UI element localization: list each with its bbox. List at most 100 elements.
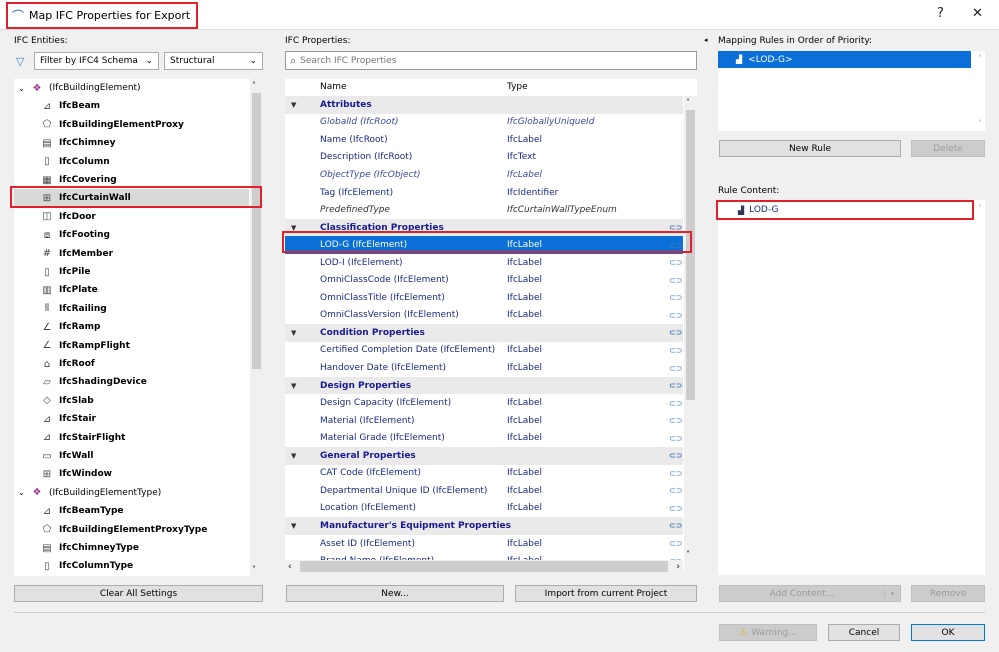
entity-item[interactable]: ▯ IfcPile xyxy=(14,263,249,281)
property-row[interactable]: Description (IfcRoot) IfcText xyxy=(285,149,683,167)
expand-chevron-icon[interactable]: ⌄ xyxy=(18,84,30,93)
collapse-triangle-icon[interactable]: ▼ xyxy=(291,522,296,530)
link-icon[interactable]: ⊂⊃ xyxy=(669,486,682,495)
scroll-up-icon[interactable]: ˄ xyxy=(686,98,690,107)
entity-item[interactable]: ▯ IfcColumnType xyxy=(14,557,249,575)
scroll-up-icon[interactable]: ˄ xyxy=(252,81,256,90)
property-row[interactable]: Asset ID (IfcElement) IfcLabel ⊂⊃ xyxy=(285,535,683,553)
remove-button[interactable]: Remove xyxy=(911,585,985,602)
property-group-row[interactable]: ▼ Manufacturer's Equipment Properties ⊂⊃ xyxy=(285,517,683,535)
close-button[interactable]: ✕ xyxy=(972,6,983,21)
property-row[interactable]: LOD-I (IfcElement) IfcLabel ⊂⊃ xyxy=(285,254,683,272)
help-button[interactable]: ? xyxy=(937,6,944,21)
link-icon[interactable]: ⊂⊃ xyxy=(669,381,682,390)
link-icon[interactable]: ⊂⊃ xyxy=(669,276,682,285)
search-field[interactable]: ⌕ xyxy=(285,51,697,70)
delete-rule-button[interactable]: Delete xyxy=(911,140,985,157)
link-icon[interactable]: ⊂⊃ xyxy=(669,328,682,337)
category-select[interactable]: Structural ⌄ xyxy=(164,52,263,70)
mapping-rules-list[interactable]: ▟ <LOD-G> ˄ ˅ xyxy=(718,51,985,131)
link-icon[interactable]: ⊂⊃ xyxy=(669,451,682,460)
property-row[interactable]: ObjectType (IfcObject) IfcLabel xyxy=(285,166,683,184)
entity-item[interactable]: ⊿ IfcBeamType xyxy=(14,502,249,520)
scroll-left-icon[interactable]: ‹ xyxy=(288,562,292,572)
horizontal-scrollbar[interactable]: ‹ › xyxy=(285,560,683,573)
property-row[interactable]: CAT Code (IfcElement) IfcLabel ⊂⊃ xyxy=(285,465,683,483)
entity-item[interactable]: ▤ IfcChimneyType xyxy=(14,539,249,557)
entity-item[interactable]: ⌄ ❖ (IfcBuildingElementType) xyxy=(14,484,249,502)
entity-item[interactable]: ▤ IfcChimney xyxy=(14,134,249,152)
entity-item[interactable]: # IfcMember xyxy=(14,245,249,263)
add-content-button[interactable]: Add Content... ▾ xyxy=(719,585,901,602)
dropdown-arrow-icon[interactable]: ▾ xyxy=(884,589,900,598)
property-row[interactable]: Certified Completion Date (IfcElement) If… xyxy=(285,342,683,360)
property-row[interactable]: Material Grade (IfcElement) IfcLabel ⊂⊃ xyxy=(285,429,683,447)
rule-content-list[interactable]: ▟ LOD-G ˄ xyxy=(718,200,985,575)
schema-filter-select[interactable]: Filter by IFC4 Schema ⌄ xyxy=(34,52,159,70)
entity-item[interactable]: ⊿ IfcStair xyxy=(14,410,249,428)
entity-scrollbar[interactable]: ˄ ˅ xyxy=(250,79,263,576)
entity-tree[interactable]: ˄ ˅ ⌄ ❖ (IfcBuildingElement) ⊿ IfcBeam ⬠ IfcBu… xyxy=(14,79,263,576)
property-row[interactable]: PredefinedType IfcCurtainWallTypeEnum xyxy=(285,201,683,219)
property-row[interactable]: Design Capacity (IfcElement) IfcLabel ⊂⊃ xyxy=(285,394,683,412)
clear-all-settings-button[interactable]: Clear All Settings xyxy=(14,585,263,602)
cancel-button[interactable]: Cancel xyxy=(828,624,900,641)
property-row[interactable]: Material (IfcElement) IfcLabel ⊂⊃ xyxy=(285,412,683,430)
ok-button[interactable]: OK xyxy=(911,624,985,641)
property-group-row[interactable]: ▼ Condition Properties ⊂⊃ xyxy=(285,324,683,342)
rule-item[interactable]: ▟ <LOD-G> xyxy=(718,51,971,68)
entity-item[interactable]: ⊞ IfcWindow xyxy=(14,465,249,483)
warning-button[interactable]: ⚠ Warning... xyxy=(719,624,817,641)
entity-item[interactable]: ▯ IfcColumn xyxy=(14,153,249,171)
property-row[interactable]: OmniClassCode (IfcElement) IfcLabel ⊂⊃ xyxy=(285,272,683,290)
collapse-triangle-icon[interactable]: ▼ xyxy=(291,329,296,337)
entity-item[interactable]: ⊿ IfcBeam xyxy=(14,97,249,115)
collapse-triangle-icon[interactable]: ▼ xyxy=(291,382,296,390)
scroll-right-icon[interactable]: › xyxy=(676,562,680,572)
link-icon[interactable]: ⊂⊃ xyxy=(669,521,682,530)
property-row[interactable]: OmniClassVersion (IfcElement) IfcLabel ⊂⊃ xyxy=(285,307,683,325)
entity-item[interactable]: ◇ IfcSlab xyxy=(14,392,249,410)
link-icon[interactable]: ⊂⊃ xyxy=(669,539,682,548)
entity-item[interactable]: ⫴ IfcRailing xyxy=(14,300,249,318)
entity-item[interactable]: ▭ IfcWall xyxy=(14,447,249,465)
collapse-triangle-icon[interactable]: ▼ xyxy=(291,101,296,109)
property-row[interactable]: Handover Date (IfcElement) IfcLabel ⊂⊃ xyxy=(285,359,683,377)
entity-item[interactable]: ▱ IfcShadingDevice xyxy=(14,373,249,391)
new-rule-button[interactable]: New Rule xyxy=(719,140,901,157)
link-icon[interactable]: ⊂⊃ xyxy=(669,469,682,478)
entity-item[interactable]: ∠ IfcRampFlight xyxy=(14,337,249,355)
entity-item[interactable]: ⌂ IfcRoof xyxy=(14,355,249,373)
scrollbar-thumb[interactable] xyxy=(252,93,261,369)
link-icon[interactable]: ⊂⊃ xyxy=(669,346,682,355)
properties-scrollbar[interactable]: ˄ ˅ xyxy=(684,96,697,571)
search-input[interactable] xyxy=(300,55,681,66)
scroll-down-icon[interactable]: ˅ xyxy=(686,550,690,559)
link-icon[interactable]: ⊂⊃ xyxy=(669,416,682,425)
link-icon[interactable]: ⊂⊃ xyxy=(669,293,682,302)
property-row[interactable]: Location (IfcElement) IfcLabel ⊂⊃ xyxy=(285,500,683,518)
properties-table[interactable]: Name Type ˄ ˅ ▼ Attributes GlobalId (IfcRo… xyxy=(285,79,697,571)
entity-item[interactable]: ⊿ IfcStairFlight xyxy=(14,429,249,447)
link-icon[interactable]: ⊂⊃ xyxy=(669,364,682,373)
scroll-down-icon[interactable]: ˅ xyxy=(252,565,256,574)
property-group-row[interactable]: ▼ Attributes xyxy=(285,96,683,114)
link-icon[interactable]: ⊂⊃ xyxy=(669,504,682,513)
scroll-up-icon[interactable]: ˄ xyxy=(978,54,982,63)
scrollbar-thumb[interactable] xyxy=(686,110,695,400)
entity-item[interactable]: ⧈ IfcFooting xyxy=(14,226,249,244)
property-row[interactable]: Name (IfcRoot) IfcLabel xyxy=(285,131,683,149)
scroll-up-icon[interactable]: ˄ xyxy=(978,204,982,213)
entity-item[interactable]: ∠ IfcRamp xyxy=(14,318,249,336)
entity-item[interactable]: ⌄ ❖ (IfcBuildingElement) xyxy=(14,79,249,97)
entity-item[interactable]: ⬠ IfcBuildingElementProxyType xyxy=(14,521,249,539)
property-group-row[interactable]: ▼ General Properties ⊂⊃ xyxy=(285,447,683,465)
hscroll-thumb[interactable] xyxy=(299,561,669,572)
collapse-triangle-icon[interactable]: ▼ xyxy=(291,452,296,460)
property-group-row[interactable]: ▼ Design Properties ⊂⊃ xyxy=(285,376,683,395)
expand-chevron-icon[interactable]: ⌄ xyxy=(18,488,30,497)
filter-icon[interactable]: ▽ xyxy=(16,55,24,68)
link-icon[interactable]: ⊂⊃ xyxy=(669,434,682,443)
collapse-arrow-icon[interactable]: ◂ xyxy=(704,36,708,44)
link-icon[interactable]: ⊂⊃ xyxy=(669,311,682,320)
